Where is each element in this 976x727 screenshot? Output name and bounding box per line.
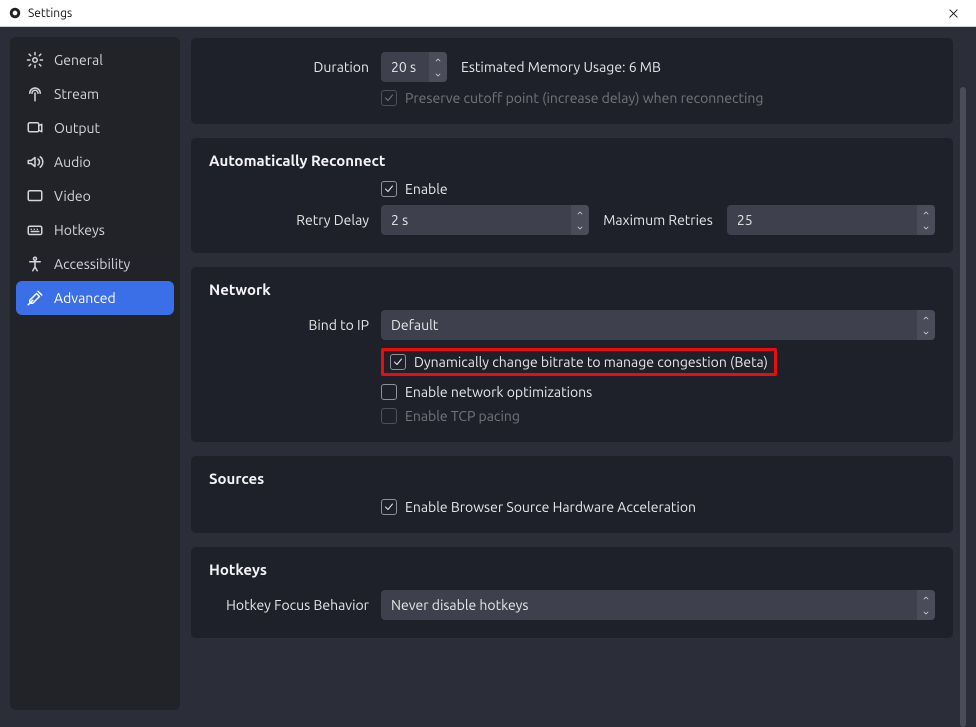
retry-delay-stepper[interactable]: 2 s [381,205,589,235]
sidebar-item-video[interactable]: Video [16,179,174,213]
dynamic-bitrate-checkbox[interactable]: Dynamically change bitrate to manage con… [390,354,768,370]
section-stream-delay: Duration 20 s Estimated Memory Usage: 6 … [190,37,954,125]
section-title: Hotkeys [209,547,935,590]
chevron-up-icon[interactable] [429,52,447,67]
title-bar: Settings [0,0,976,27]
duration-value: 20 s [381,52,429,82]
chevron-up-icon[interactable] [571,205,589,220]
duration-stepper[interactable]: 20 s [381,52,447,82]
checkbox-label: Enable TCP pacing [405,408,520,424]
sidebar-item-label: General [54,52,103,68]
chevron-up-icon[interactable] [917,205,935,220]
sidebar-item-label: Accessibility [54,256,130,272]
section-auto-reconnect: Automatically Reconnect Enable Retry Del… [190,137,954,254]
sidebar-item-label: Video [54,188,91,204]
checkbox-label: Enable network optimizations [405,384,592,400]
section-sources: Sources Enable Browser Source Hardware A… [190,455,954,534]
monitor-icon [26,187,44,205]
checkbox-icon [381,90,397,106]
highlighted-setting: Dynamically change bitrate to manage con… [381,348,777,376]
sidebar-item-stream[interactable]: Stream [16,77,174,111]
preserve-cutoff-checkbox: Preserve cutoff point (increase delay) w… [381,90,763,106]
app-icon [8,6,22,20]
sidebar-item-audio[interactable]: Audio [16,145,174,179]
sidebar-item-general[interactable]: General [16,43,174,77]
max-retries-stepper[interactable]: 25 [727,205,935,235]
checkbox-label: Enable Browser Source Hardware Accelerat… [405,499,696,515]
sidebar-item-label: Advanced [54,290,116,306]
retry-delay-value: 2 s [381,205,571,235]
accessibility-icon [26,255,44,273]
checkbox-label: Enable [405,181,448,197]
signal-icon [26,85,44,103]
sidebar: General Stream Output Audio Video [10,37,180,710]
checkbox-icon [381,499,397,515]
browser-hw-accel-checkbox[interactable]: Enable Browser Source Hardware Accelerat… [381,499,696,515]
checkbox-label: Preserve cutoff point (increase delay) w… [405,90,763,106]
sidebar-item-label: Audio [54,154,91,170]
close-button[interactable] [931,0,976,27]
section-hotkeys: Hotkeys Hotkey Focus Behavior Never disa… [190,546,954,639]
section-title: Sources [209,456,935,499]
checkbox-icon [381,384,397,400]
network-optimizations-checkbox[interactable]: Enable network optimizations [381,384,592,400]
keyboard-icon [26,221,44,239]
sidebar-item-hotkeys[interactable]: Hotkeys [16,213,174,247]
checkbox-icon [381,408,397,424]
sidebar-item-output[interactable]: Output [16,111,174,145]
tools-icon [26,289,44,307]
chevron-down-icon[interactable] [571,220,589,235]
scrollbar-thumb[interactable] [960,87,966,727]
chevron-down-icon [917,325,935,340]
chevron-down-icon [917,605,935,620]
section-network: Network Bind to IP Default [190,266,954,443]
memory-usage-text: Estimated Memory Usage: 6 MB [461,59,661,75]
hotkey-focus-select[interactable]: Never disable hotkeys [381,590,935,620]
settings-content: Duration 20 s Estimated Memory Usage: 6 … [190,37,966,710]
chevron-down-icon[interactable] [917,220,935,235]
checkbox-label: Dynamically change bitrate to manage con… [414,354,768,370]
auto-reconnect-enable-checkbox[interactable]: Enable [381,181,448,197]
hotkey-focus-value: Never disable hotkeys [381,590,917,620]
bind-ip-select[interactable]: Default [381,310,935,340]
chevron-down-icon[interactable] [429,67,447,82]
chevron-up-icon [917,310,935,325]
output-icon [26,119,44,137]
tcp-pacing-checkbox: Enable TCP pacing [381,408,520,424]
hotkey-focus-label: Hotkey Focus Behavior [209,597,369,613]
max-retries-label: Maximum Retries [603,212,713,228]
checkbox-icon [390,354,406,370]
sidebar-item-label: Hotkeys [54,222,105,238]
sidebar-item-label: Stream [54,86,99,102]
scrollbar[interactable] [958,37,966,710]
bind-ip-label: Bind to IP [209,317,369,333]
retry-delay-label: Retry Delay [209,212,369,228]
sidebar-item-accessibility[interactable]: Accessibility [16,247,174,281]
duration-label: Duration [209,59,369,75]
sidebar-item-advanced[interactable]: Advanced [16,281,174,315]
section-title: Network [209,267,935,310]
speaker-icon [26,153,44,171]
sidebar-item-label: Output [54,120,100,136]
window-title: Settings [28,7,72,20]
checkbox-icon [381,181,397,197]
max-retries-value: 25 [727,205,917,235]
chevron-up-icon [917,590,935,605]
bind-ip-value: Default [381,310,917,340]
gear-icon [26,51,44,69]
section-title: Automatically Reconnect [209,138,935,181]
